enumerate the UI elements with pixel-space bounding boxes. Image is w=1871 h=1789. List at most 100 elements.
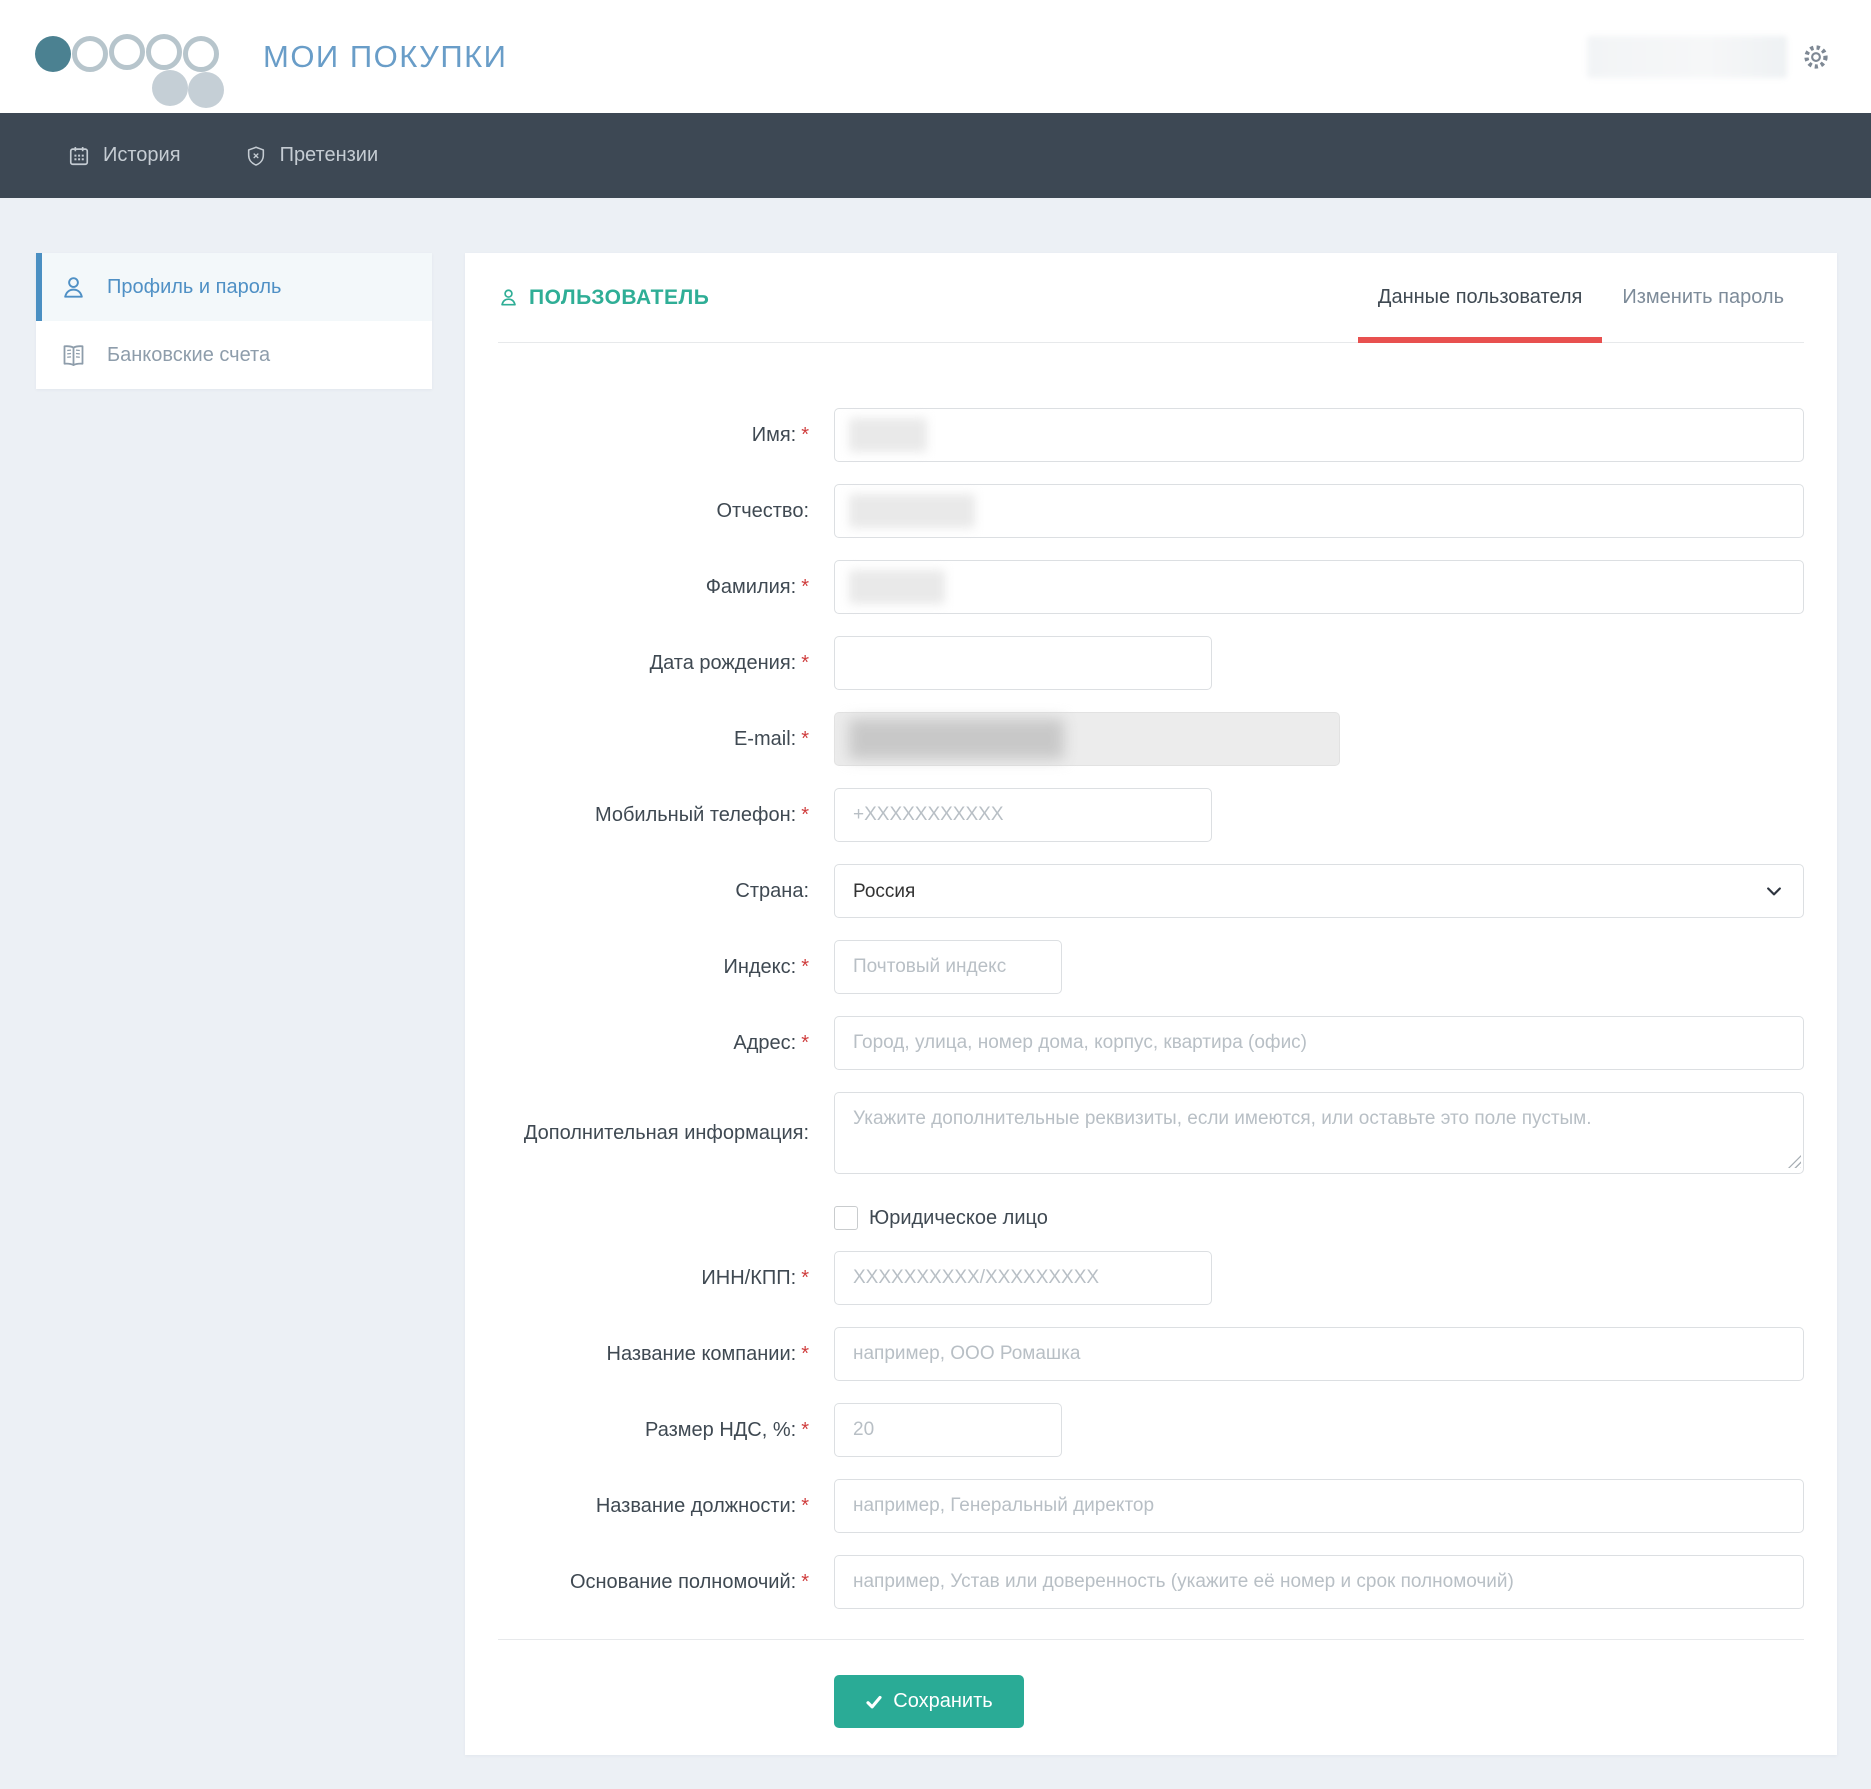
- required-marker: *: [801, 1343, 809, 1365]
- vat-rate-label-text: Размер НДС, %:: [645, 1419, 796, 1441]
- birth-date-label: Дата рождения:*: [498, 648, 834, 678]
- page: { "colors": { "accent_teal": "#2aab96", …: [0, 0, 1871, 1789]
- middle-name-input[interactable]: [834, 484, 1804, 538]
- logo-circle: [109, 34, 145, 70]
- middle-name-label-text: Отчество:: [717, 500, 810, 522]
- content: Профиль и пароль Банковские счета: [0, 198, 1871, 1789]
- phone-input[interactable]: [834, 788, 1212, 842]
- inn-kpp-control: [834, 1251, 1804, 1305]
- save-button-label: Сохранить: [893, 1690, 992, 1713]
- sidebar-item-label: Банковские счета: [107, 344, 270, 367]
- gear-icon[interactable]: [1801, 42, 1831, 72]
- required-marker: *: [801, 804, 809, 826]
- ledger-icon: [60, 342, 87, 369]
- first-name-input[interactable]: [834, 408, 1804, 462]
- birth-date-control: [834, 636, 1804, 690]
- inn-kpp-label-text: ИНН/КПП:: [701, 1267, 796, 1289]
- tabs: Данные пользователя Изменить пароль: [1358, 253, 1804, 342]
- first-name-control: [834, 408, 1804, 462]
- authority-basis-label: Основание полномочий:*: [498, 1567, 834, 1597]
- authority-basis-label-text: Основание полномочий:: [570, 1571, 796, 1593]
- shield-icon: [245, 145, 267, 167]
- form-row-postcode: Индекс:*: [498, 940, 1804, 994]
- required-marker: *: [801, 424, 809, 446]
- form-row-job-title: Название должности:*: [498, 1479, 1804, 1533]
- vat-rate-label: Размер НДС, %:*: [498, 1415, 834, 1445]
- required-marker: *: [801, 1571, 809, 1593]
- user-icon: [60, 274, 87, 301]
- vat-rate-control: [834, 1403, 1804, 1457]
- company-name-label-text: Название компании:: [607, 1343, 797, 1365]
- last-name-control: [834, 560, 1804, 614]
- required-marker: *: [801, 728, 809, 750]
- panel-title: ПОЛЬЗОВАТЕЛЬ: [498, 253, 709, 342]
- email-control: [834, 712, 1804, 766]
- tab-label: Данные пользователя: [1378, 286, 1582, 309]
- phone-label-text: Мобильный телефон:: [595, 804, 796, 826]
- nav-item-label: Претензии: [280, 144, 379, 167]
- nav-item-claims[interactable]: Претензии: [245, 144, 379, 167]
- sidebar-item-profile[interactable]: Профиль и пароль: [36, 253, 432, 321]
- middle-name-redacted-value: [849, 494, 975, 528]
- company-name-label: Название компании:*: [498, 1339, 834, 1369]
- form-row-extra-info: Дополнительная информация:: [498, 1092, 1804, 1174]
- vat-rate-input[interactable]: [834, 1403, 1062, 1457]
- header-right: [1587, 36, 1831, 78]
- job-title-input[interactable]: [834, 1479, 1804, 1533]
- authority-basis-input[interactable]: [834, 1555, 1804, 1609]
- company-name-input[interactable]: [834, 1327, 1804, 1381]
- legal-entity-checkbox[interactable]: [834, 1206, 858, 1230]
- extra-info-label: Дополнительная информация:: [498, 1118, 834, 1148]
- postcode-input[interactable]: [834, 940, 1062, 994]
- tab-label: Изменить пароль: [1622, 286, 1784, 309]
- sidebar-item-label: Профиль и пароль: [107, 276, 281, 299]
- nav-item-history[interactable]: История: [68, 144, 181, 167]
- form-row-first-name: Имя:*: [498, 408, 1804, 462]
- postcode-label-text: Индекс:: [723, 956, 796, 978]
- required-marker: *: [801, 956, 809, 978]
- extra-info-label-text: Дополнительная информация:: [524, 1122, 809, 1144]
- tab-user-data[interactable]: Данные пользователя: [1358, 253, 1602, 342]
- required-marker: *: [801, 1495, 809, 1517]
- logo-circle: [183, 36, 219, 72]
- job-title-control: [834, 1479, 1804, 1533]
- form-row-middle-name: Отчество:: [498, 484, 1804, 538]
- form-row-last-name: Фамилия:*: [498, 560, 1804, 614]
- tab-change-password[interactable]: Изменить пароль: [1602, 253, 1804, 342]
- middle-name-control: [834, 484, 1804, 538]
- last-name-input[interactable]: [834, 560, 1804, 614]
- first-name-redacted-value: [849, 418, 927, 452]
- nav-item-label: История: [103, 144, 181, 167]
- country-label-text: Страна:: [735, 880, 809, 902]
- birth-date-input[interactable]: [834, 636, 1212, 690]
- form-row-phone: Мобильный телефон:*: [498, 788, 1804, 842]
- form-footer: Сохранить: [498, 1639, 1804, 1752]
- first-name-label: Имя:*: [498, 420, 834, 450]
- logo-circle: [35, 36, 71, 72]
- form-row-inn-kpp: ИНН/КПП:*: [498, 1251, 1804, 1305]
- logo-circles: [35, 20, 225, 94]
- email-label: E-mail:*: [498, 724, 834, 754]
- country-select[interactable]: Россия: [834, 864, 1804, 918]
- country-label: Страна:: [498, 876, 834, 906]
- required-marker: *: [801, 652, 809, 674]
- legal-entity-checkbox-text: Юридическое лицо: [869, 1207, 1048, 1230]
- required-marker: *: [801, 576, 809, 598]
- middle-name-label: Отчество:: [498, 496, 834, 526]
- last-name-label-text: Фамилия:: [706, 576, 796, 598]
- authority-basis-control: [834, 1555, 1804, 1609]
- extra-info-textarea[interactable]: [834, 1092, 1804, 1174]
- phone-control: [834, 788, 1804, 842]
- check-icon: [865, 1693, 883, 1711]
- logo-circle: [188, 72, 224, 108]
- address-label: Адрес:*: [498, 1028, 834, 1058]
- sidebar-item-bank-accounts[interactable]: Банковские счета: [36, 321, 432, 389]
- save-button[interactable]: Сохранить: [834, 1675, 1024, 1728]
- inn-kpp-input[interactable]: [834, 1251, 1212, 1305]
- legal-entity-checkbox-label: Юридическое лицо: [834, 1206, 1048, 1230]
- form-row-email: E-mail:*: [498, 712, 1804, 766]
- address-input[interactable]: [834, 1016, 1804, 1070]
- logo-circle: [72, 36, 108, 72]
- form-row-address: Адрес:*: [498, 1016, 1804, 1070]
- panel-header: ПОЛЬЗОВАТЕЛЬ Данные пользователя Изменит…: [498, 253, 1804, 343]
